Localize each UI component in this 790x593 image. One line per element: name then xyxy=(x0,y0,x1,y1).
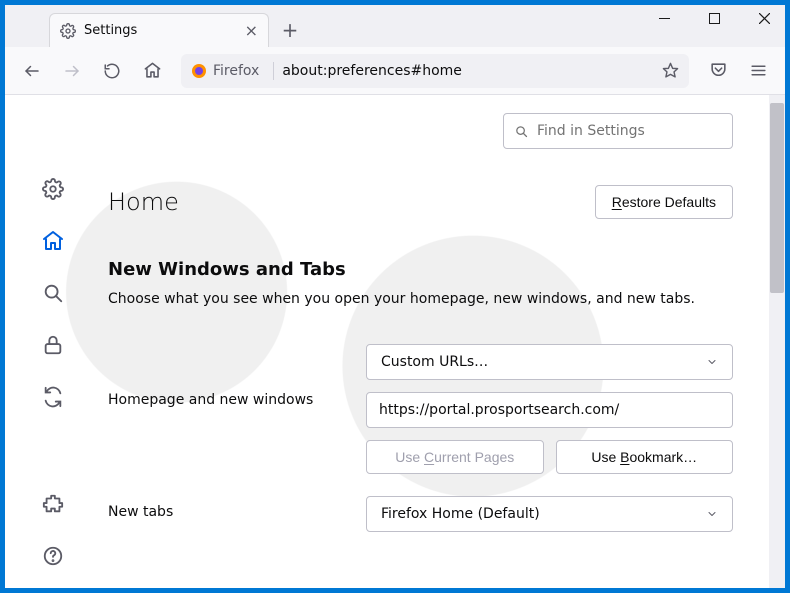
plus-icon: + xyxy=(282,18,299,42)
gear-icon xyxy=(60,23,76,39)
app-menu-button[interactable] xyxy=(741,54,775,88)
select-value: Firefox Home (Default) xyxy=(381,506,540,522)
url-text: about:preferences#home xyxy=(282,63,462,79)
homepage-url-input[interactable] xyxy=(366,392,733,428)
sidebar-item-general[interactable] xyxy=(41,177,65,201)
identity-label: Firefox xyxy=(213,63,265,79)
newtabs-mode-select[interactable]: Firefox Home (Default) xyxy=(366,496,733,532)
homepage-row-label: Homepage and new windows xyxy=(108,344,348,408)
close-window-button[interactable] xyxy=(739,1,789,35)
chevron-down-icon xyxy=(706,508,718,520)
main-panel: Find in Settings Home Restore Defaults N… xyxy=(100,95,785,588)
section-description: Choose what you see when you open your h… xyxy=(108,290,757,310)
firefox-icon xyxy=(191,63,207,79)
separator xyxy=(273,62,274,80)
sidebar-item-help[interactable] xyxy=(41,544,65,568)
tab-settings[interactable]: Settings × xyxy=(49,13,269,47)
use-current-pages-button[interactable]: Use Current Pages xyxy=(366,440,544,474)
window-controls xyxy=(639,1,789,35)
restore-defaults-button[interactable]: Restore Defaults xyxy=(595,185,733,219)
sidebar-item-sync[interactable] xyxy=(41,385,65,409)
bookmark-star-icon[interactable] xyxy=(662,62,679,79)
back-button[interactable] xyxy=(15,54,49,88)
forward-button[interactable] xyxy=(55,54,89,88)
identity-box[interactable]: Firefox xyxy=(191,63,265,79)
reload-button[interactable] xyxy=(95,54,129,88)
category-sidebar xyxy=(5,95,100,588)
use-bookmark-button[interactable]: Use Bookmark… xyxy=(556,440,734,474)
page-title: Home xyxy=(108,188,179,216)
pocket-button[interactable] xyxy=(701,54,735,88)
find-in-settings-input[interactable]: Find in Settings xyxy=(503,113,733,149)
find-placeholder: Find in Settings xyxy=(537,123,645,139)
section-title: New Windows and Tabs xyxy=(108,259,757,280)
homepage-mode-select[interactable]: Custom URLs… xyxy=(366,344,733,380)
newtabs-row-label: New tabs xyxy=(108,496,348,520)
sidebar-item-home[interactable] xyxy=(41,229,65,253)
url-bar[interactable]: Firefox about:preferences#home xyxy=(181,54,689,88)
maximize-button[interactable] xyxy=(689,1,739,35)
scrollbar[interactable] xyxy=(769,95,785,588)
sidebar-item-privacy[interactable] xyxy=(41,333,65,357)
sidebar-item-extensions[interactable] xyxy=(41,492,65,516)
close-icon[interactable]: × xyxy=(245,23,258,39)
scrollbar-thumb[interactable] xyxy=(770,103,784,293)
select-value: Custom URLs… xyxy=(381,354,488,370)
chevron-down-icon xyxy=(706,356,718,368)
titlebar: Settings × + xyxy=(5,5,785,47)
navigation-toolbar: Firefox about:preferences#home xyxy=(5,47,785,95)
tab-label: Settings xyxy=(84,23,237,38)
home-button[interactable] xyxy=(135,54,169,88)
new-tab-button[interactable]: + xyxy=(275,15,305,45)
sidebar-item-search[interactable] xyxy=(41,281,65,305)
minimize-button[interactable] xyxy=(639,1,689,35)
search-icon xyxy=(514,124,529,139)
